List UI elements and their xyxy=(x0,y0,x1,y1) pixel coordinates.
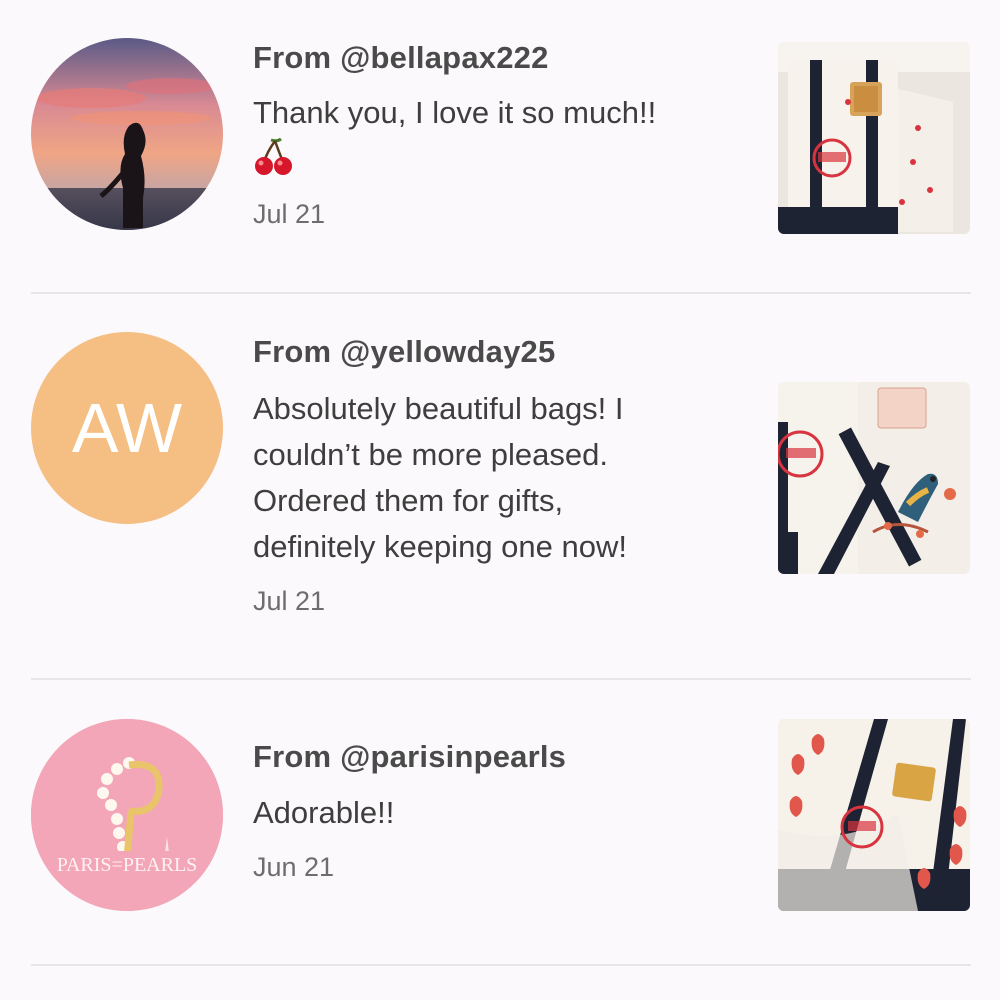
review-photo-thumbnail[interactable] xyxy=(778,382,970,574)
review-date: Jun 21 xyxy=(253,852,335,882)
review-comment-line: definitely keeping one now! xyxy=(253,529,627,564)
divider xyxy=(31,964,971,966)
avatar-initials: AW xyxy=(71,389,183,467)
review-photo-thumbnail[interactable] xyxy=(778,719,970,911)
review-photo-thumbnail[interactable] xyxy=(778,42,970,234)
review-date: Jul 21 xyxy=(253,586,326,616)
sunset-silhouette-avatar-icon xyxy=(31,38,223,230)
review-comment: Adorable!! xyxy=(253,795,395,830)
review-item: PARIS=PEARLS From @parisinpearls Adorabl… xyxy=(0,680,1000,970)
paris-pearls-logo-icon: PARIS=PEARLS xyxy=(31,719,223,911)
review-date: Jul 21 xyxy=(253,199,326,229)
review-comment-line: Ordered them for gifts, xyxy=(253,483,564,518)
cherry-icon xyxy=(253,136,295,191)
review-comment: Thank you, I love it so much!! xyxy=(253,90,753,191)
review-comment-line: Absolutely beautiful bags! I xyxy=(253,391,624,426)
review-comment-line: couldn’t be more pleased. xyxy=(253,437,609,472)
tote-bag-strawberries-photo-icon xyxy=(778,719,970,911)
review-item: AW From @yellowday25 Absolutely beautifu… xyxy=(0,294,1000,678)
review-item: From @bellapax222 Thank you, I love it s… xyxy=(0,0,1000,293)
review-username[interactable]: From @yellowday25 xyxy=(253,334,555,370)
review-username[interactable]: From @bellapax222 xyxy=(253,40,549,76)
avatar[interactable]: PARIS=PEARLS xyxy=(31,719,223,911)
tote-bag-bird-photo-icon xyxy=(778,382,970,574)
review-comment-text: Thank you, I love it so much!! xyxy=(253,95,657,130)
avatar[interactable]: AW xyxy=(31,332,223,524)
tote-bag-cherries-photo-icon xyxy=(778,42,970,234)
svg-text:PARIS=PEARLS: PARIS=PEARLS xyxy=(57,854,198,876)
avatar[interactable] xyxy=(31,38,223,230)
review-comment: Absolutely beautiful bags! I couldn’t be… xyxy=(253,386,753,570)
review-username[interactable]: From @parisinpearls xyxy=(253,739,566,775)
